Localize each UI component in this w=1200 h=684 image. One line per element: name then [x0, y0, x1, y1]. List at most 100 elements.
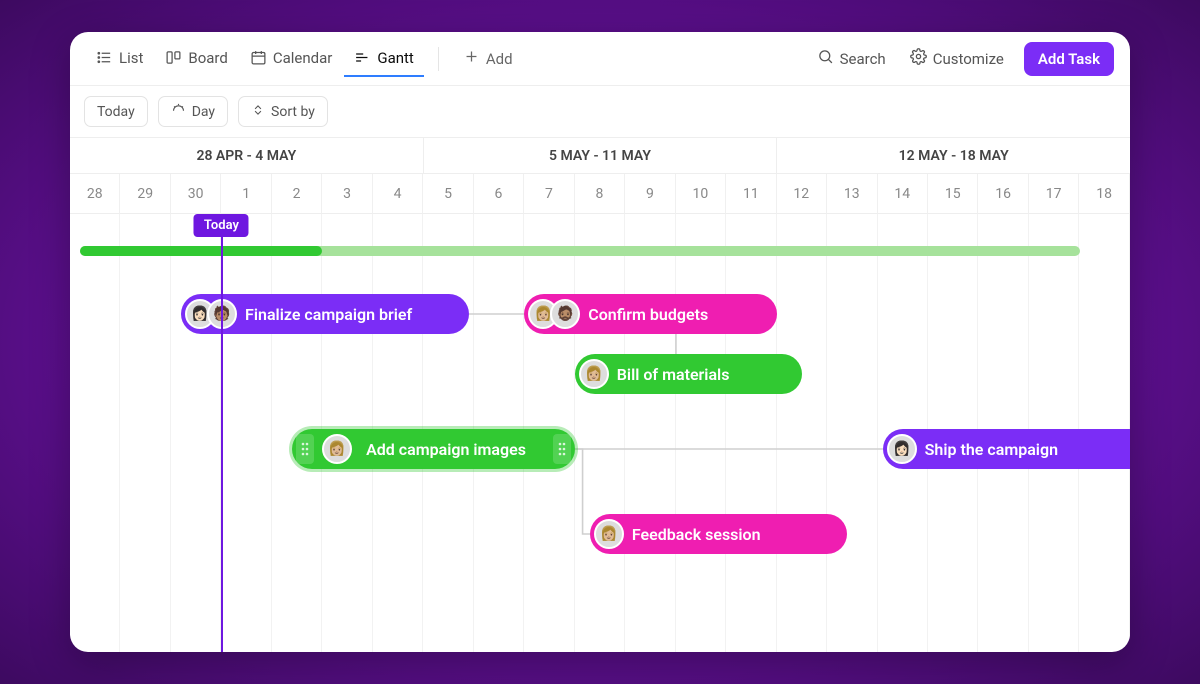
day-cell: 29 — [120, 174, 170, 214]
day-cell: 4 — [373, 174, 423, 214]
avatar: 👩🏼 — [594, 519, 624, 549]
grid-column — [625, 214, 675, 652]
task-label: Ship the campaign — [925, 440, 1058, 459]
divider — [438, 47, 439, 71]
search-button[interactable]: Search — [807, 40, 896, 77]
view-switcher-bar: List Board Calendar Gantt — [70, 32, 1130, 86]
task-bar[interactable]: 👩🏻 Ship the campaign — [883, 429, 1130, 469]
task-bar[interactable]: 👩🏼 Feedback session — [590, 514, 847, 554]
day-cell: 15 — [928, 174, 978, 214]
day-cell: 8 — [575, 174, 625, 214]
avatar-stack: 👩🏼 — [322, 434, 352, 464]
avatar: 👩🏻 — [887, 434, 917, 464]
view-tab-calendar[interactable]: Calendar — [240, 41, 343, 77]
customize-label: Customize — [933, 50, 1004, 68]
drag-handle-icon[interactable] — [296, 434, 314, 464]
progress-fill — [80, 246, 322, 256]
view-tab-list[interactable]: List — [86, 41, 153, 77]
task-bar[interactable]: 👩🏻🧑🏽 Finalize campaign brief — [181, 294, 469, 334]
grid-column — [827, 214, 877, 652]
list-icon — [96, 49, 113, 66]
task-label: Add campaign images — [360, 440, 545, 459]
day-cell: 11 — [726, 174, 776, 214]
avatar-stack: 👩🏻🧑🏽 — [185, 299, 237, 329]
today-button-label: Today — [97, 104, 135, 120]
day-cell: 7 — [524, 174, 574, 214]
gantt-toolbar: Today Day Sort by — [70, 86, 1130, 137]
day-cell: 1 — [221, 174, 271, 214]
day-header: 282930123456789101112131415161718 — [70, 174, 1130, 214]
week-label: 12 MAY - 18 MAY — [777, 138, 1130, 173]
avatar-stack: 👩🏼 — [594, 519, 624, 549]
add-view-button[interactable]: Add — [453, 40, 523, 77]
view-tab-label: Calendar — [273, 49, 333, 67]
view-tab-label: Gantt — [377, 49, 413, 67]
grid-column — [120, 214, 170, 652]
day-cell: 30 — [171, 174, 221, 214]
grid-column — [777, 214, 827, 652]
sort-icon — [251, 103, 265, 121]
calendar-icon — [250, 49, 267, 66]
day-cell: 12 — [777, 174, 827, 214]
task-bar[interactable]: 👩🏼 Add campaign images — [292, 429, 575, 469]
day-cell: 18 — [1079, 174, 1129, 214]
drag-handle-icon[interactable] — [553, 434, 571, 464]
sort-button[interactable]: Sort by — [238, 96, 328, 127]
board-icon — [165, 49, 182, 66]
day-cell: 14 — [878, 174, 928, 214]
day-cell: 3 — [322, 174, 372, 214]
task-label: Feedback session — [632, 525, 761, 544]
add-task-button[interactable]: Add Task — [1024, 42, 1114, 76]
today-button[interactable]: Today — [84, 96, 148, 127]
search-icon — [817, 48, 834, 69]
day-cell: 10 — [676, 174, 726, 214]
day-cell: 28 — [70, 174, 120, 214]
day-cell: 9 — [625, 174, 675, 214]
avatar-stack: 👩🏼 — [579, 359, 609, 389]
week-label: 5 MAY - 11 MAY — [424, 138, 778, 173]
avatar: 🧔🏽 — [550, 299, 580, 329]
search-label: Search — [840, 50, 886, 68]
today-flag: Today — [194, 214, 249, 237]
dependency-connector — [573, 447, 885, 451]
sort-label: Sort by — [271, 104, 315, 120]
gear-icon — [910, 48, 927, 69]
task-bar[interactable]: 👩🏼🧔🏽 Confirm budgets — [524, 294, 776, 334]
task-label: Finalize campaign brief — [245, 305, 412, 324]
avatar: 👩🏼 — [322, 434, 352, 464]
dependency-connector — [573, 447, 592, 536]
customize-button[interactable]: Customize — [900, 40, 1014, 77]
task-label: Confirm budgets — [588, 305, 708, 324]
gantt-chart[interactable]: Today👩🏻🧑🏽Finalize campaign brief👩🏼🧔🏽Conf… — [70, 214, 1130, 652]
day-cell: 6 — [474, 174, 524, 214]
app-frame: List Board Calendar Gantt — [70, 32, 1130, 652]
day-cell: 16 — [978, 174, 1028, 214]
week-header: 28 APR - 4 MAY 5 MAY - 11 MAY 12 MAY - 1… — [70, 138, 1130, 174]
task-label: Bill of materials — [617, 365, 730, 384]
view-tabs: List Board Calendar Gantt — [86, 41, 424, 77]
granularity-label: Day — [192, 104, 215, 120]
gantt-icon — [354, 49, 371, 66]
day-cell: 2 — [272, 174, 322, 214]
gantt-view: 28 APR - 4 MAY 5 MAY - 11 MAY 12 MAY - 1… — [70, 137, 1130, 652]
grid-column — [726, 214, 776, 652]
grid-column — [171, 214, 221, 652]
grid-column — [676, 214, 726, 652]
avatar-stack: 👩🏼🧔🏽 — [528, 299, 580, 329]
day-cell: 17 — [1029, 174, 1079, 214]
view-tab-gantt[interactable]: Gantt — [344, 41, 423, 77]
dependency-connector — [467, 312, 527, 316]
view-tab-board[interactable]: Board — [155, 41, 237, 77]
add-task-label: Add Task — [1038, 50, 1100, 68]
avatar-stack: 👩🏻 — [887, 434, 917, 464]
view-tab-label: Board — [188, 49, 227, 67]
plus-icon — [463, 48, 480, 69]
week-label: 28 APR - 4 MAY — [70, 138, 424, 173]
add-view-label: Add — [486, 50, 513, 68]
grid-column — [575, 214, 625, 652]
task-bar[interactable]: 👩🏼 Bill of materials — [575, 354, 802, 394]
grid-column — [70, 214, 120, 652]
granularity-button[interactable]: Day — [158, 96, 228, 127]
day-cell: 5 — [423, 174, 473, 214]
grid-column — [221, 214, 271, 652]
